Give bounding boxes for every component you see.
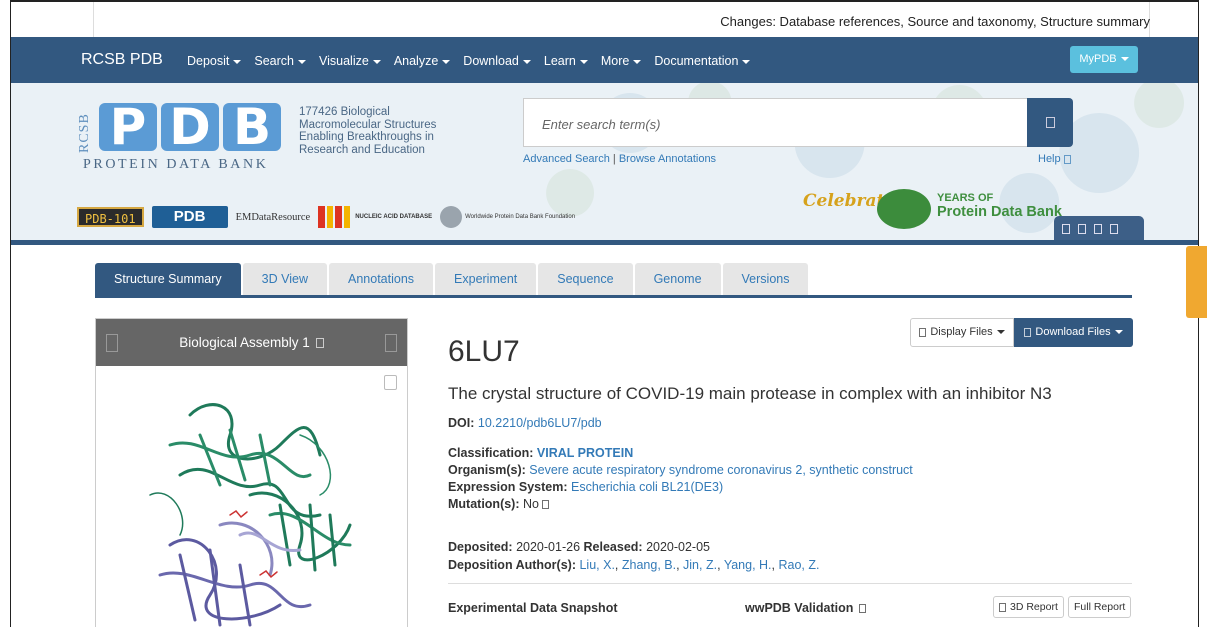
help-icon (1063, 154, 1071, 164)
50-years-logo (877, 189, 931, 229)
share-icon[interactable] (1078, 224, 1086, 234)
wwpdb-logo[interactable]: PDB (151, 206, 228, 228)
classification-row: Classification: VIRAL PROTEIN (448, 446, 634, 460)
chevron-down-icon (442, 59, 451, 64)
chevron-down-icon (633, 59, 642, 64)
dates-row: Deposited: 2020-01-26 Released: 2020-02-… (448, 540, 711, 554)
emdataresource-logo[interactable]: EMDataResource (236, 212, 311, 223)
years-of-pdb-text: YEARS OF Protein Data Bank (937, 192, 1062, 221)
browser-page: Changes: Database references, Source and… (10, 0, 1199, 627)
mutation-row: Mutation(s): No (448, 497, 553, 511)
nav-more[interactable]: More (601, 54, 642, 68)
author-link[interactable]: Jin, Z. (683, 558, 717, 572)
download-files-button[interactable]: Download Files (1014, 318, 1133, 347)
assembly-viewer: Biological Assembly 1 (95, 318, 408, 627)
browse-annotations-link[interactable]: Browse Annotations (619, 153, 716, 165)
chevron-down-icon (1114, 330, 1123, 335)
nav-documentation[interactable]: Documentation (654, 54, 751, 68)
partner-logos: PDB-101 PDB EMDataResource NUCLEIC ACID … (77, 204, 575, 230)
tab-sequence[interactable]: Sequence (538, 263, 633, 295)
share-icon[interactable] (1062, 224, 1070, 234)
help-link[interactable]: Help (1038, 153, 1075, 165)
search-icon (1046, 117, 1055, 128)
3d-report-button[interactable]: 3D Report (993, 596, 1064, 618)
entry-title: The crystal structure of COVID-19 main p… (448, 384, 1052, 403)
nav-deposit[interactable]: Deposit (187, 54, 242, 68)
tab-structure-summary[interactable]: Structure Summary (95, 263, 241, 295)
prev-arrow-icon[interactable] (106, 334, 118, 352)
search-input[interactable]: Enter search term(s) (523, 98, 1027, 147)
file-icon (999, 602, 1006, 612)
info-icon[interactable] (542, 500, 550, 510)
chevron-down-icon (233, 59, 242, 64)
author-link[interactable]: Rao, Z. (778, 558, 819, 572)
wwpdb-foundation-logo[interactable]: Worldwide Protein Data Bank Foundation (440, 206, 575, 228)
author-link[interactable]: Liu, X. (579, 558, 614, 572)
entry-tabs: Structure Summary 3D View Annotations Ex… (95, 263, 809, 295)
tab-3d-view[interactable]: 3D View (242, 263, 327, 295)
viewer-header: Biological Assembly 1 (96, 319, 407, 366)
social-share-bar (1054, 216, 1144, 240)
display-files-button[interactable]: Display Files (910, 318, 1014, 347)
next-arrow-icon[interactable] (385, 334, 397, 352)
advanced-search-link[interactable]: Advanced Search (523, 153, 610, 165)
doi-row: DOI: 10.2210/pdb6LU7/pdb (448, 416, 602, 430)
site-tagline: 177426 Biological Macromolecular Structu… (299, 106, 437, 156)
brand-link[interactable]: RCSB PDB (81, 51, 163, 69)
download-icon (1024, 327, 1032, 337)
file-buttons: Display Files Download Files (910, 318, 1133, 347)
nav-download[interactable]: Download (463, 54, 531, 68)
top-strip: Changes: Database references, Source and… (11, 0, 1198, 37)
nav-visualize[interactable]: Visualize (319, 54, 381, 68)
nav-search[interactable]: Search (254, 54, 306, 68)
experimental-snapshot-heading: Experimental Data Snapshot (448, 601, 618, 615)
expression-row: Expression System: Escherichia coli BL21… (448, 480, 724, 494)
chevron-down-icon (522, 59, 531, 64)
nav-analyze[interactable]: Analyze (394, 54, 451, 68)
site-header: RCSB P D B PROTEIN DATA BANK 177426 Biol… (11, 83, 1198, 240)
nav-menu: Deposit Search Visualize Analyze Downloa… (187, 54, 763, 68)
feedback-tab[interactable] (1186, 246, 1207, 318)
pdb101-logo[interactable]: PDB-101 (77, 207, 144, 227)
share-icon[interactable] (1110, 224, 1118, 234)
tab-genome[interactable]: Genome (634, 263, 721, 295)
organism-link[interactable]: Severe acute respiratory syndrome corona… (529, 463, 913, 477)
author-link[interactable]: Zhang, B. (622, 558, 676, 572)
doi-link[interactable]: 10.2210/pdb6LU7/pdb (478, 416, 602, 430)
organism-row: Organism(s): Severe acute respiratory sy… (448, 463, 913, 477)
protein-structure-image[interactable] (110, 375, 390, 627)
ndb-logo[interactable]: NUCLEIC ACID DATABASE (318, 206, 432, 228)
chevron-down-icon (579, 59, 588, 64)
mypdb-button[interactable]: MyPDB (1070, 46, 1138, 73)
file-icon (919, 327, 927, 337)
expression-system-link[interactable]: Escherichia coli BL21(DE3) (571, 480, 723, 494)
tab-experiment[interactable]: Experiment (435, 263, 537, 295)
search-button[interactable] (1027, 98, 1073, 147)
entry-id: 6LU7 (448, 335, 520, 368)
chevron-down-icon (372, 59, 381, 64)
rcsb-pdb-logo[interactable]: RCSB P D B PROTEIN DATA BANK (77, 102, 292, 173)
authors-row: Deposition Author(s): Liu, X., Zhang, B.… (448, 558, 820, 572)
share-icon[interactable] (1094, 224, 1102, 234)
author-link[interactable]: Yang, H. (724, 558, 772, 572)
classification-link[interactable]: VIRAL PROTEIN (537, 446, 633, 460)
chevron-down-icon (996, 330, 1005, 335)
wwpdb-validation-heading: wwPDB Validation (745, 601, 870, 615)
main-navbar: RCSB PDB Deposit Search Visualize Analyz… (11, 37, 1198, 83)
chevron-down-icon (298, 59, 306, 64)
nav-learn[interactable]: Learn (544, 54, 588, 68)
info-icon[interactable] (315, 338, 324, 349)
full-report-button[interactable]: Full Report (1068, 596, 1132, 618)
changes-notice: Changes: Database references, Source and… (720, 14, 1150, 29)
tab-annotations[interactable]: Annotations (329, 263, 434, 295)
chevron-down-icon (1120, 57, 1129, 62)
chevron-down-icon (742, 59, 751, 64)
info-icon[interactable] (859, 604, 867, 614)
tab-versions[interactable]: Versions (722, 263, 809, 295)
